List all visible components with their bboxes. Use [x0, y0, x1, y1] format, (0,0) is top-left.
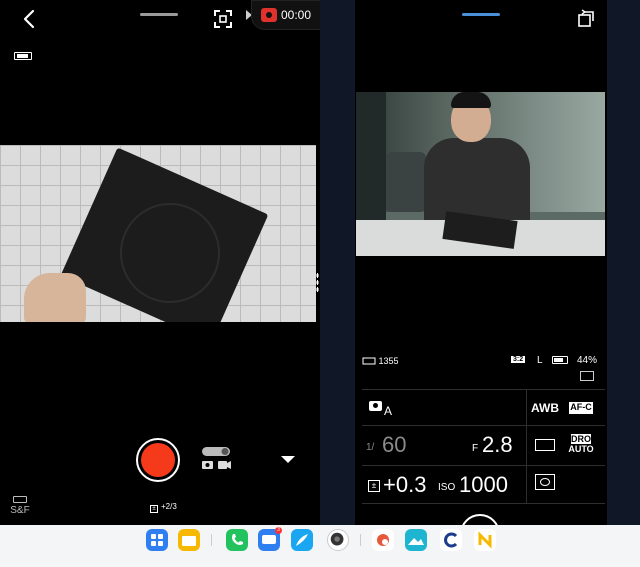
rotate-screen-icon[interactable]: [578, 9, 596, 27]
paint-app-icon[interactable]: [372, 529, 394, 551]
shutter-speed[interactable]: 60: [382, 432, 406, 458]
battery-icon: [14, 52, 32, 60]
focus-mode[interactable]: AF-C: [569, 402, 593, 414]
files-folder-icon[interactable]: [178, 529, 200, 551]
messages-badge: 3: [275, 527, 282, 534]
exposure-compensation-indicator[interactable]: ± +2/3: [150, 502, 177, 513]
sf-label: S&F: [10, 505, 30, 516]
chevron-down-icon[interactable]: [281, 456, 295, 463]
notes-feather-icon[interactable]: [291, 529, 313, 551]
sf-mode-button[interactable]: S&F: [10, 496, 30, 516]
battery-percent: 44%: [577, 355, 598, 366]
back-chevron-icon[interactable]: [20, 8, 40, 30]
exposure-plus-minus-icon: ±: [150, 505, 158, 513]
exposure-comp-icon: ±: [368, 480, 380, 492]
recording-camera-icon: [261, 8, 277, 22]
camera-battery-icon: [552, 356, 568, 364]
dro-setting[interactable]: DRO AUTO: [568, 434, 594, 454]
iso-value[interactable]: 1000: [459, 472, 508, 498]
shooting-mode-camera-icon: [369, 401, 382, 411]
photo-video-mode-switch-icon[interactable]: [200, 446, 232, 472]
split-view-divider-handle[interactable]: [316, 272, 319, 294]
picture-editor-icon[interactable]: [405, 529, 427, 551]
c-app-icon[interactable]: [440, 529, 462, 551]
messages-icon[interactable]: 3: [258, 527, 282, 551]
right-window-handle[interactable]: [462, 13, 500, 16]
recording-timer: 00:00: [281, 8, 312, 22]
n-app-icon[interactable]: [474, 529, 496, 551]
exposure-comp-value[interactable]: +0.3: [383, 472, 426, 498]
fullscreen-icon[interactable]: [213, 9, 233, 29]
memory-card-icon: [362, 357, 376, 365]
aperture-value[interactable]: 2.8: [482, 432, 513, 458]
sf-mode-icon: [13, 496, 27, 503]
left-window-handle[interactable]: [140, 13, 178, 16]
phone-icon[interactable]: [226, 529, 248, 551]
camera-preview[interactable]: [0, 145, 316, 322]
apps-grid-icon[interactable]: [146, 529, 168, 551]
taskbar-dock: 3: [0, 525, 640, 567]
live-view-video[interactable]: [356, 92, 605, 256]
panel-gap: [320, 0, 355, 525]
image-size: L: [537, 355, 543, 366]
aspect-frame-icon[interactable]: [535, 439, 555, 451]
drive-mode-icon: [580, 371, 594, 381]
metering-mode-icon[interactable]: [535, 474, 555, 490]
camera-lens-icon[interactable]: [327, 529, 349, 551]
record-shutter-button[interactable]: [136, 438, 180, 482]
white-balance[interactable]: AWB: [531, 401, 559, 415]
shutter-prefix: 1/: [366, 442, 375, 453]
shooting-mode[interactable]: A: [384, 404, 392, 418]
aperture-prefix: F: [472, 443, 479, 454]
iso-label: ISO: [438, 482, 456, 493]
aspect-ratio-badge: 3:2: [511, 356, 526, 363]
shots-remaining: 1355: [362, 356, 399, 366]
screen: 00:00 S&F ± +2/3 1355 3:2 L 44% A AWB AF…: [0, 0, 640, 567]
